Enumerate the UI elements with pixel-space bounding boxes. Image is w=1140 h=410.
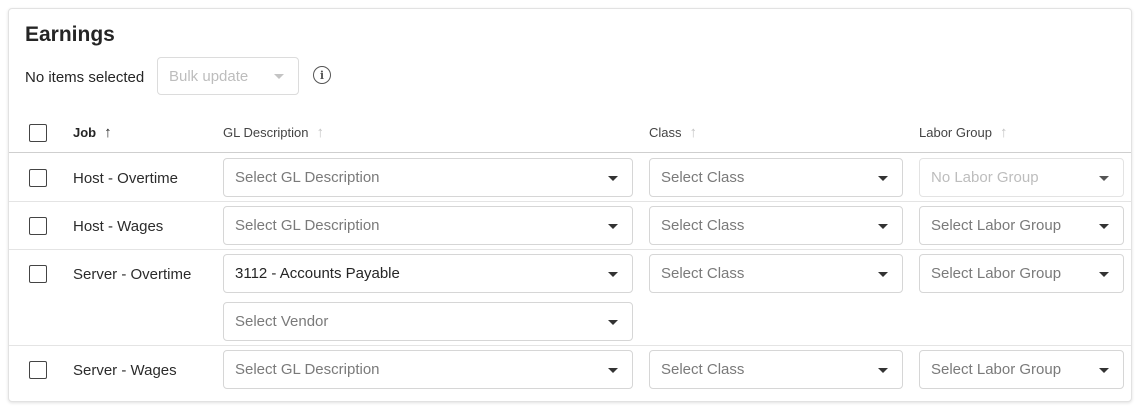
- selection-status: No items selected: [25, 69, 145, 86]
- job-name: Host - Wages: [73, 218, 164, 235]
- vendor-select[interactable]: Select Vendor: [223, 302, 633, 341]
- caret-down-icon: [1099, 176, 1109, 181]
- caret-down-icon: [608, 224, 618, 229]
- class-select[interactable]: Select Class: [649, 206, 903, 245]
- job-name: Server - Overtime: [73, 266, 192, 283]
- row-divider: [9, 345, 1131, 346]
- gl-description-select[interactable]: Select GL Description: [223, 206, 633, 245]
- caret-down-icon: [274, 74, 284, 79]
- bulk-update-label: Bulk update: [169, 67, 249, 85]
- gl-description-value: Select GL Description: [235, 361, 380, 378]
- info-icon[interactable]: i: [313, 66, 331, 84]
- labor-group-select[interactable]: Select Labor Group: [919, 254, 1124, 293]
- vendor-value: Select Vendor: [235, 313, 329, 330]
- column-header-job-label: Job: [73, 125, 97, 140]
- row-checkbox[interactable]: [29, 169, 47, 187]
- gl-description-value: Select GL Description: [235, 169, 380, 186]
- gl-description-select[interactable]: Select GL Description: [223, 158, 633, 197]
- gl-description-value: Select GL Description: [235, 217, 380, 234]
- labor-group-value: Select Labor Group: [931, 265, 1062, 282]
- earnings-card: Earnings No items selected Bulk update i…: [8, 8, 1132, 402]
- class-value: Select Class: [661, 217, 745, 234]
- labor-group-select[interactable]: Select Labor Group: [919, 206, 1124, 245]
- arrow-up-icon: ↑: [689, 124, 698, 141]
- labor-group-value: Select Labor Group: [931, 217, 1062, 234]
- labor-group-value: No Labor Group: [931, 169, 1039, 186]
- job-name: Host - Overtime: [73, 170, 179, 187]
- caret-down-icon: [878, 176, 888, 181]
- labor-group-select[interactable]: Select Labor Group: [919, 350, 1124, 389]
- class-select[interactable]: Select Class: [649, 350, 903, 389]
- section-title: Earnings: [25, 23, 115, 46]
- gl-description-select[interactable]: Select GL Description: [223, 350, 633, 389]
- class-select[interactable]: Select Class: [649, 158, 903, 197]
- labor-group-value: Select Labor Group: [931, 361, 1062, 378]
- row-checkbox[interactable]: [29, 217, 47, 235]
- class-value: Select Class: [661, 265, 745, 282]
- caret-down-icon: [608, 320, 618, 325]
- gl-description-value: 3112 - Accounts Payable: [235, 265, 400, 282]
- header-divider: [9, 152, 1131, 153]
- bulk-update-dropdown[interactable]: Bulk update: [157, 57, 299, 95]
- arrow-up-icon: ↑: [316, 124, 325, 141]
- column-header-gl-label: GL Description: [223, 125, 309, 140]
- select-all-checkbox[interactable]: [29, 124, 47, 142]
- column-header-labor-label: Labor Group: [919, 125, 992, 140]
- column-header-class[interactable]: Class ↑: [649, 125, 697, 140]
- arrow-up-icon: ↑: [1000, 124, 1008, 141]
- caret-down-icon: [608, 272, 618, 277]
- arrow-up-icon: ↑: [104, 124, 112, 141]
- caret-down-icon: [608, 368, 618, 373]
- caret-down-icon: [878, 368, 888, 373]
- column-header-labor-group[interactable]: Labor Group ↑: [919, 125, 1008, 140]
- caret-down-icon: [878, 272, 888, 277]
- class-value: Select Class: [661, 169, 745, 186]
- column-header-class-label: Class: [649, 125, 682, 140]
- class-value: Select Class: [661, 361, 745, 378]
- caret-down-icon: [1099, 224, 1109, 229]
- row-divider: [9, 249, 1131, 250]
- caret-down-icon: [1099, 368, 1109, 373]
- row-checkbox[interactable]: [29, 265, 47, 283]
- row-divider: [9, 201, 1131, 202]
- caret-down-icon: [878, 224, 888, 229]
- caret-down-icon: [1099, 272, 1109, 277]
- caret-down-icon: [608, 176, 618, 181]
- column-header-gl-description[interactable]: GL Description ↑: [223, 125, 324, 140]
- job-name: Server - Wages: [73, 362, 177, 379]
- class-select[interactable]: Select Class: [649, 254, 903, 293]
- gl-description-select[interactable]: 3112 - Accounts Payable: [223, 254, 633, 293]
- row-checkbox[interactable]: [29, 361, 47, 379]
- labor-group-select[interactable]: No Labor Group: [919, 158, 1124, 197]
- column-header-job[interactable]: Job ↑: [73, 125, 112, 140]
